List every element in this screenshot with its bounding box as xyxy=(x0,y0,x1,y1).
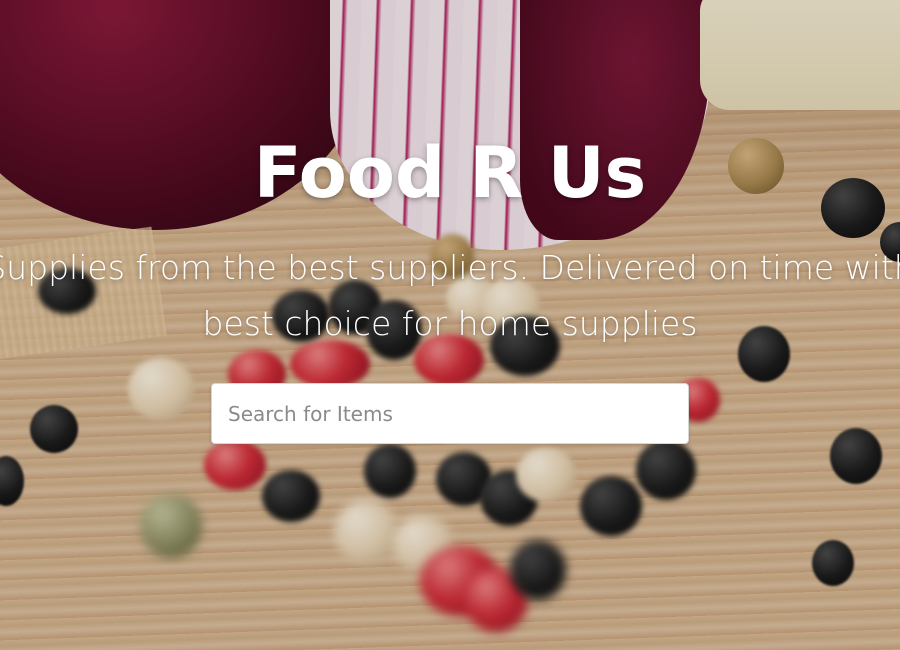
page-title: Food R Us xyxy=(253,132,647,214)
hero-subtitle-line: best choice for home supplies xyxy=(202,304,698,343)
hero-section: Food R Us Supplies from the best supplie… xyxy=(0,0,900,650)
hero-subtitle-line: Supplies from the best suppliers. Delive… xyxy=(0,248,900,287)
search-input[interactable] xyxy=(211,383,689,444)
hero-subtitle: Supplies from the best suppliers. Delive… xyxy=(0,240,900,352)
